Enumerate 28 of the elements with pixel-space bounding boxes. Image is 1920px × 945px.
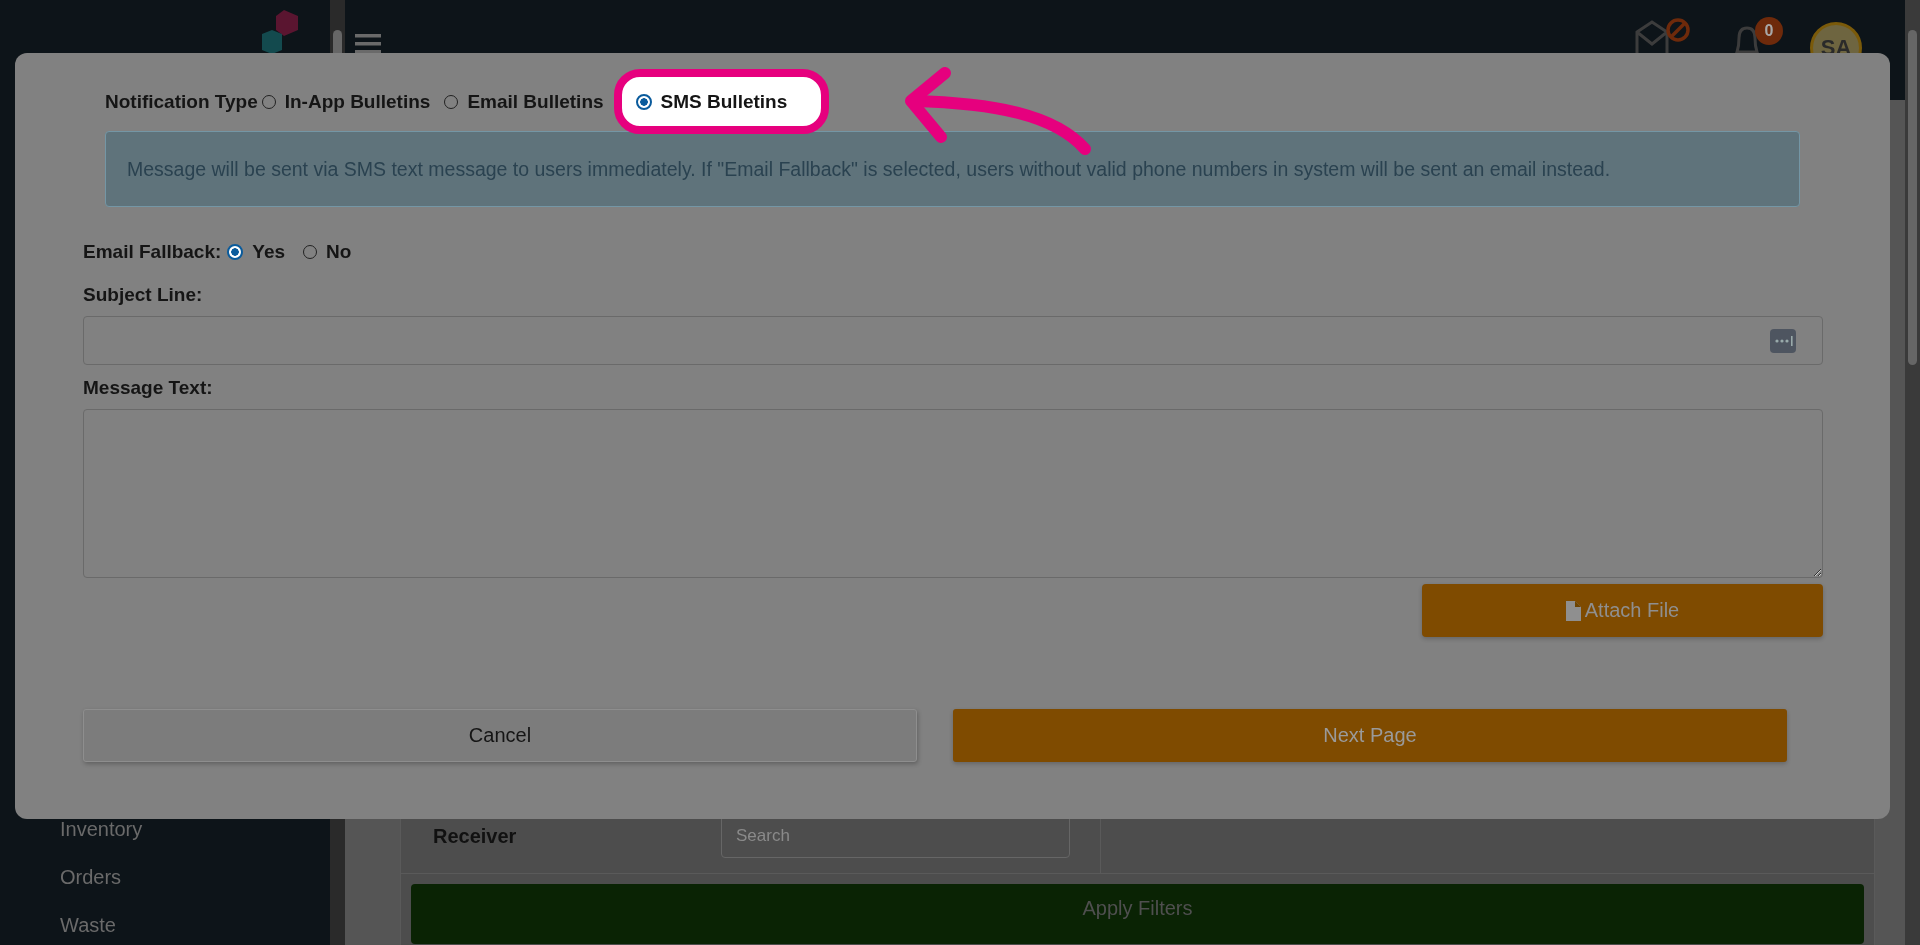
receiver-label: Receiver	[432, 823, 518, 849]
attach-file-button[interactable]: Attach File	[1422, 584, 1823, 637]
radio-button[interactable]	[635, 93, 652, 110]
next-page-button[interactable]: Next Page	[953, 709, 1787, 762]
subject-line-label: Subject Line:	[83, 284, 204, 306]
option-label: SMS Bulletins	[660, 90, 788, 113]
notification-type-label: Notification Type	[105, 90, 258, 113]
cancel-button[interactable]: Cancel	[83, 709, 917, 762]
message-text-label: Message Text:	[83, 377, 214, 399]
option-label: Yes	[252, 241, 286, 263]
radio-button[interactable]	[227, 244, 244, 260]
radio-option[interactable]: SMS Bulletins	[613, 69, 830, 134]
radio-option[interactable]: In-App Bulletins	[261, 90, 441, 113]
sidebar-item[interactable]: Orders	[0, 853, 330, 901]
option-label: Email Bulletins	[467, 90, 604, 113]
notification-badge: 0	[1755, 17, 1783, 45]
menu-icon[interactable]	[355, 34, 381, 54]
radio-option[interactable]: Email Bulletins	[444, 90, 614, 113]
subject-field[interactable]	[83, 316, 1823, 365]
apply-filters-button[interactable]: Apply Filters	[411, 884, 1864, 944]
sidebar-item[interactable]: Waste	[0, 901, 330, 945]
message-field[interactable]	[83, 409, 1823, 578]
file-icon	[1565, 600, 1581, 621]
option-label: In-App Bulletins	[284, 90, 431, 113]
option-label: No	[326, 241, 352, 263]
email-fallback-label: Email Fallback:	[83, 241, 222, 263]
scrollbar[interactable]	[1905, 0, 1920, 945]
more-icon[interactable]	[1770, 328, 1796, 353]
